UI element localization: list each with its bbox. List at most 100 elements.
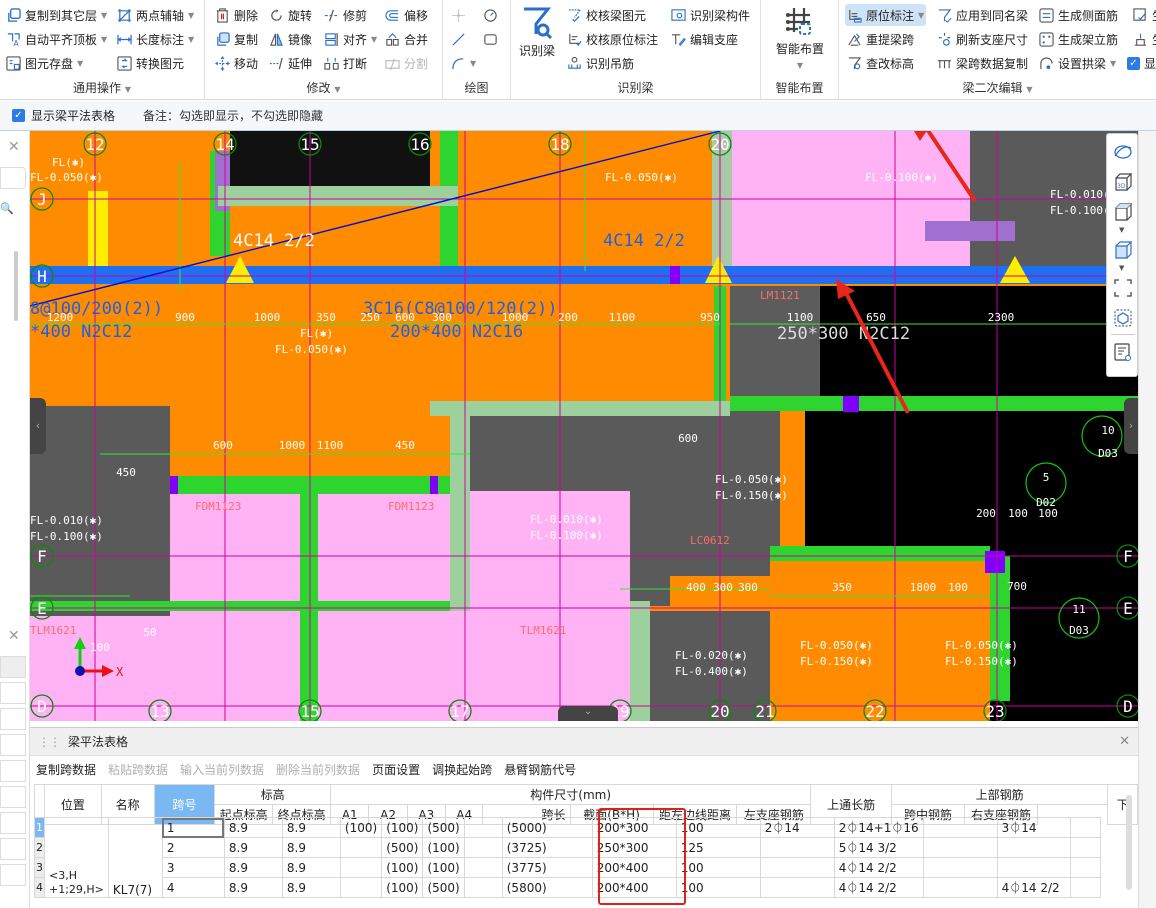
row-number[interactable]: 4 — [34, 877, 45, 898]
cell-offset[interactable]: 100 — [675, 857, 761, 878]
group-label-modify[interactable]: 修改 ▼ — [205, 79, 442, 96]
check-edit-elevation-button[interactable]: 查改标高 — [845, 52, 916, 74]
cell-right-support[interactable] — [996, 857, 1071, 878]
close-icon[interactable]: ✕ — [8, 628, 20, 644]
cell-a4[interactable] — [463, 877, 503, 898]
cell-start-elev[interactable]: 8.9 — [223, 857, 283, 878]
offset-button[interactable]: 偏移 — [383, 4, 430, 26]
panel-header[interactable]: ⋮⋮ 梁平法表格 — [30, 728, 1138, 756]
cell-section[interactable]: 200*300 — [591, 817, 677, 838]
auto-align-top-slab-button[interactable]: A 自动平齐顶板 ▼ — [4, 28, 109, 50]
copy-button[interactable]: 复制 — [213, 28, 260, 50]
cell-bottom[interactable] — [1069, 817, 1101, 838]
cell-span-length[interactable]: (5000) — [501, 817, 593, 838]
collapse-left-handle[interactable]: ‹ — [30, 398, 46, 454]
cell-left-support[interactable]: 4⏀14 2/2 — [833, 857, 924, 878]
cell-end-elev[interactable]: 8.9 — [281, 857, 341, 878]
cell-mid-span[interactable] — [922, 817, 998, 838]
paste-span-data-button[interactable]: 粘贴跨数据 — [108, 761, 168, 778]
cell-right-support[interactable]: 4⏀14 2/2 — [996, 877, 1071, 898]
draw-circle-button[interactable] — [481, 4, 500, 26]
panel-row[interactable] — [0, 760, 26, 782]
cell-section[interactable]: 200*400 — [591, 877, 677, 898]
delete-button[interactable]: 删除 — [213, 4, 260, 26]
cell-offset[interactable]: 125 — [675, 837, 761, 858]
panel-row[interactable] — [0, 864, 26, 886]
cell-top-through[interactable] — [759, 837, 835, 858]
cell-a3[interactable]: (100) — [422, 857, 465, 878]
close-icon[interactable]: ✕ — [1119, 734, 1130, 749]
in-situ-annotation-button[interactable]: 原位标注 ▼ — [845, 4, 927, 26]
cell-end-elev[interactable]: 8.9 — [281, 837, 341, 858]
check-in-situ-annotation-button[interactable]: 校核原位标注 — [565, 28, 660, 50]
show-beam-table-label[interactable]: 显示梁平法表格 — [31, 107, 115, 124]
length-dimension-button[interactable]: 长度标注 ▼ — [115, 28, 196, 50]
two-point-aux-axis-button[interactable]: 两点辅轴 ▼ — [115, 4, 196, 26]
merge-button[interactable]: 合并 — [383, 28, 430, 50]
row-number[interactable]: 1 — [34, 817, 45, 838]
cell-left-support[interactable]: 4⏀14 2/2 — [833, 877, 924, 898]
chevron-down-icon[interactable]: ▼ — [1119, 264, 1124, 272]
row-number[interactable]: 3 — [34, 857, 45, 878]
search-icon[interactable]: 🔍 — [0, 201, 26, 223]
cell-bottom[interactable] — [1069, 837, 1101, 858]
check-beam-element-button[interactable]: 校核梁图元 — [565, 4, 648, 26]
gen-more-2-button[interactable]: 生 — [1131, 28, 1156, 50]
draw-arc-button[interactable]: ▼ — [449, 52, 478, 74]
left-scrollbar[interactable] — [14, 251, 18, 321]
cell-position[interactable]: <3,H +1;29,H> — [44, 817, 109, 898]
zoom-extent-icon[interactable] — [1113, 278, 1133, 298]
split-button[interactable]: 分割 — [383, 52, 430, 74]
cad-drawing-canvas[interactable]: 12 14 15 16 18 20 J H F E D 13 15 17 19 … — [30, 131, 1138, 721]
gen-side-bars-button[interactable]: 生成侧面筋 — [1037, 4, 1120, 26]
table-row[interactable]: 2 2 8.9 8.9 (500) (100) (3725) 250*300 1… — [34, 837, 1101, 858]
cell-span[interactable]: 3 — [161, 857, 225, 878]
cell-offset[interactable]: 100 — [675, 877, 761, 898]
cell-a4[interactable] — [463, 857, 503, 878]
gen-erection-bars-button[interactable]: 生成架立筋 — [1037, 28, 1120, 50]
delete-column-data-button[interactable]: 删除当前列数据 — [276, 761, 360, 778]
panel-row[interactable] — [0, 812, 26, 834]
cell-mid-span[interactable] — [922, 857, 998, 878]
input-column-data-button[interactable]: 输入当前列数据 — [180, 761, 264, 778]
panel-row[interactable] — [0, 734, 26, 756]
panel-row[interactable] — [0, 656, 26, 678]
save-element-button[interactable]: 图元存盘 ▼ — [4, 52, 85, 74]
panel-row[interactable] — [0, 708, 26, 730]
cell-a1[interactable] — [339, 837, 383, 858]
draw-rect-button[interactable] — [481, 28, 500, 50]
re-extract-span-button[interactable]: 重提梁跨 — [845, 28, 916, 50]
cell-a2[interactable]: (500) — [381, 837, 424, 858]
cell-start-elev[interactable]: 8.9 — [223, 837, 283, 858]
cell-span[interactable]: 4 — [161, 877, 225, 898]
cell-start-elev[interactable]: 8.9 — [223, 817, 283, 838]
cell-a2[interactable]: (100) — [381, 877, 424, 898]
cell-a2[interactable]: (100) — [381, 857, 424, 878]
group-label-beam-secondary-edit[interactable]: 梁二次编辑 ▼ — [839, 79, 1156, 96]
set-arch-beam-button[interactable]: 设置拱梁 ▼ — [1037, 52, 1118, 74]
cell-a2[interactable]: (100) — [381, 817, 424, 838]
panel-field[interactable] — [0, 167, 26, 189]
col-header-bottom[interactable]: 下 — [1107, 784, 1138, 825]
cell-span-length[interactable]: (3725) — [501, 837, 593, 858]
cell-a3[interactable]: (500) — [422, 817, 465, 838]
cell-right-support[interactable]: 3⏀14 — [996, 817, 1071, 838]
cell-section[interactable]: 200*400 — [591, 857, 677, 878]
page-setup-button[interactable]: 页面设置 — [372, 761, 420, 778]
cell-start-elev[interactable]: 8.9 — [223, 877, 283, 898]
cell-a3[interactable]: (100) — [422, 837, 465, 858]
cell-a1[interactable] — [339, 857, 383, 878]
show-checkbox[interactable]: ✓ 显 — [1125, 52, 1156, 74]
isolate-view-icon[interactable] — [1113, 308, 1133, 328]
mirror-button[interactable]: 镜像 — [267, 28, 314, 50]
collapse-bottom-handle[interactable]: ⌄ — [558, 706, 618, 721]
cell-right-support[interactable] — [996, 837, 1071, 858]
cell-span[interactable]: 2 — [161, 837, 225, 858]
apply-to-same-name-beam-button[interactable]: 应用到同名梁 — [935, 4, 1030, 26]
edit-support-button[interactable]: 编辑支座 — [669, 28, 740, 50]
close-icon[interactable]: ✕ — [8, 139, 20, 155]
rotate-button[interactable]: 旋转 — [267, 4, 314, 26]
cell-end-elev[interactable]: 8.9 — [281, 877, 341, 898]
table-row[interactable]: 4 4 8.9 8.9 (100) (500) (5800) 200*400 1… — [34, 877, 1101, 898]
cell-a4[interactable] — [463, 837, 503, 858]
